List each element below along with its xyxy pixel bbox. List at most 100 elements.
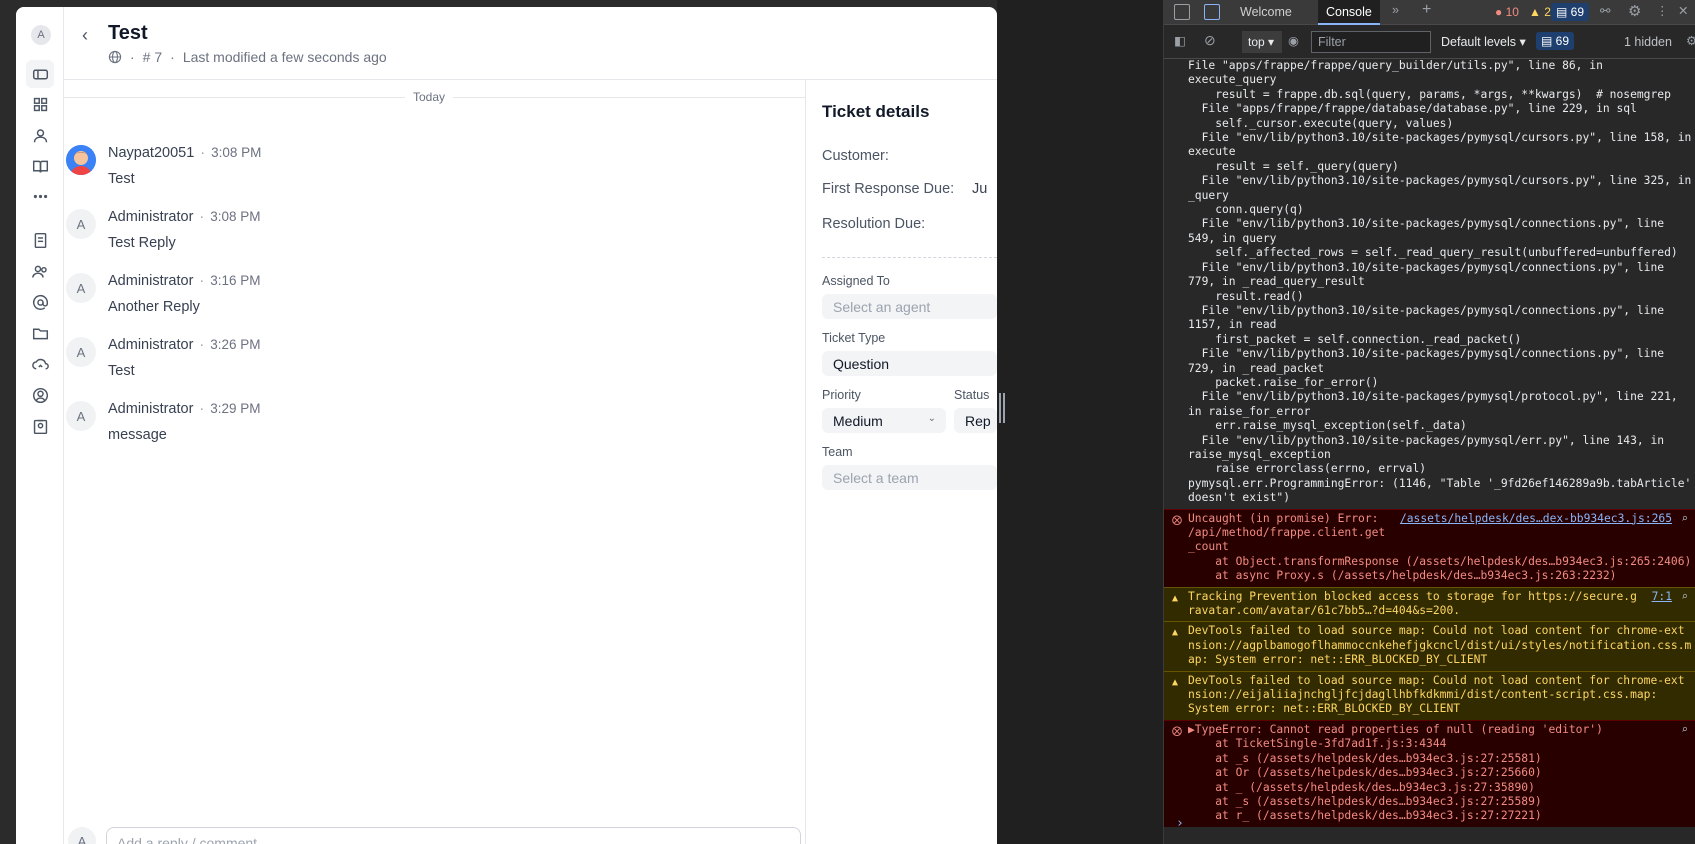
contacts-icon[interactable] — [26, 412, 54, 440]
log-line: File "env/lib/python3.10/site-packages/p… — [1188, 174, 1692, 188]
log-line: self._affected_rows = self._read_query_r… — [1188, 246, 1678, 260]
console-warning-entry[interactable]: ▲ DevTools failed to load source map: Cou… — [1164, 621, 1695, 671]
log-line: result = self._query(query) — [1188, 159, 1399, 173]
eye-icon[interactable]: ◉ — [1288, 33, 1299, 48]
console-error-entry[interactable]: ⨂/assets/helpdesk/des…dex-bb934ec3.js:26… — [1164, 508, 1695, 587]
console-prompt[interactable]: › — [1176, 816, 1184, 831]
warning-count: 2 — [1544, 5, 1551, 19]
ticket-title: Test — [108, 22, 148, 44]
entry-line: at TicketSingle-3fd7ad1f.js:3:4344 — [1188, 737, 1447, 751]
message-body: Another Reply — [108, 299, 200, 315]
message-body: message — [108, 427, 167, 443]
team-label: Team — [822, 445, 853, 459]
escalation-icon[interactable] — [26, 350, 54, 378]
clear-console-icon[interactable]: ⊘ — [1204, 32, 1216, 49]
add-tab-icon[interactable]: + — [1422, 1, 1431, 19]
log-line: execute_query — [1188, 73, 1277, 87]
console-settings-icon[interactable]: ⚙ — [1686, 33, 1695, 48]
details-heading: Ticket details — [822, 102, 930, 121]
globe-icon — [108, 50, 122, 64]
tickets-icon[interactable] — [26, 60, 54, 88]
error-count-badge[interactable]: ● 10 — [1490, 3, 1524, 21]
first-response-value: Ju — [972, 181, 988, 197]
close-icon[interactable]: ✕ — [1678, 3, 1688, 18]
assign-agent-select[interactable]: Select an agent — [822, 294, 997, 319]
empty-area — [1017, 0, 1163, 844]
entry-line: ap: System error: net::ERR_BLOCKED_BY_CL… — [1188, 653, 1488, 667]
status-label: Status — [954, 388, 990, 402]
team-select[interactable]: Select a team — [822, 465, 997, 490]
device-toolbar-icon[interactable] — [1204, 4, 1220, 20]
inspect-icon[interactable] — [1174, 4, 1190, 20]
console-warning-entry[interactable]: ▲ DevTools failed to load source map: Cou… — [1164, 670, 1695, 720]
message-time: 3:16 PM — [210, 273, 261, 288]
message-time: 3:29 PM — [210, 401, 261, 416]
first-response-label: First Response Due: — [822, 181, 955, 197]
console-warning-entry[interactable]: ▲ 7:1 ⌕ Tracking Prevention blocked access … — [1164, 586, 1695, 622]
customers-icon[interactable] — [26, 381, 54, 409]
log-line: pymysql.err.ProgrammingError: (1146, "Ta… — [1188, 476, 1692, 490]
console-output: File "apps/frappe/frappe/query_builder/u… — [1164, 59, 1695, 844]
agent-icon[interactable] — [26, 121, 54, 149]
teams-icon[interactable] — [26, 257, 54, 285]
log-line: raise_mysql_exception — [1188, 447, 1331, 461]
message-item: Naypat20051 · 3:08 PM Test — [64, 142, 764, 206]
entry-line: at r_ (/assets/helpdesk/des…b934ec3.js:2… — [1188, 809, 1542, 823]
separator-dot: · — [199, 337, 205, 353]
author-line: Naypat20051 · 3:08 PM — [108, 145, 261, 161]
levels-badge[interactable]: ▤ 69 — [1536, 32, 1575, 50]
author-line: Administrator · 3:08 PM — [108, 209, 261, 225]
log-line: File "env/lib/python3.10/site-packages/p… — [1188, 131, 1692, 145]
console-toolbar: ◧ ⊘ top ▾ ◉ Filter Default levels ▾ ▤ 69… — [1164, 25, 1695, 59]
entry-line: _count — [1188, 540, 1229, 554]
log-line: 549, in query — [1188, 231, 1277, 245]
message-time: 3:08 PM — [211, 145, 262, 160]
console-error-entry[interactable]: ⨂ ⌕ ▶TypeError: Cannot read properties of … — [1164, 719, 1695, 827]
hidden-count: 1 hidden — [1624, 35, 1672, 49]
ticket-type-label: Ticket Type — [822, 331, 886, 345]
knowledge-base-icon[interactable] — [26, 152, 54, 180]
log-line: doesn't exist") — [1188, 491, 1291, 505]
back-icon[interactable]: ‹ — [82, 25, 88, 46]
user-avatar[interactable]: A — [31, 25, 51, 45]
status-select[interactable]: Rep — [954, 408, 997, 433]
author-avatar: A — [66, 337, 96, 367]
log-line: 779, in _read_query_result — [1188, 275, 1365, 289]
reply-input[interactable]: Add a reply / comment — [106, 827, 801, 844]
author-avatar: A — [66, 273, 96, 303]
priority-select[interactable]: Medium ⌄ — [822, 408, 946, 433]
tab-console[interactable]: Console — [1318, 0, 1380, 25]
settings-gear-icon[interactable]: ⚙ — [1628, 2, 1641, 20]
author-avatar: A — [66, 209, 96, 239]
filter-input[interactable]: Filter — [1311, 31, 1431, 53]
log-line: first_packet = self.connection._read_pac… — [1188, 332, 1522, 346]
email-accounts-icon[interactable] — [26, 288, 54, 316]
log-line: File "env/lib/python3.10/site-packages/p… — [1188, 260, 1665, 274]
resize-handle[interactable] — [998, 393, 1006, 423]
canned-responses-icon[interactable] — [26, 226, 54, 254]
message-time: 3:08 PM — [210, 209, 261, 224]
kebab-menu-icon[interactable]: ⋮ — [1656, 3, 1669, 18]
more-tabs-icon[interactable]: » — [1392, 3, 1399, 17]
entry-line: at _ (/assets/helpdesk/des…b934ec3.js:27… — [1188, 780, 1535, 794]
tab-welcome[interactable]: Welcome — [1232, 0, 1300, 25]
author-line: Administrator · 3:29 PM — [108, 401, 261, 417]
ticket-type-select[interactable]: Question — [822, 351, 997, 376]
author-name: Administrator — [108, 273, 194, 289]
message-count-badge[interactable]: ▤ 69 — [1551, 3, 1590, 21]
author-name: Administrator — [108, 209, 194, 225]
connect-icon[interactable]: ⚯ — [1600, 3, 1610, 18]
last-modified: Last modified a few seconds ago — [182, 49, 387, 65]
log-levels-dropdown[interactable]: Default levels ▾ — [1441, 34, 1526, 49]
dashboard-icon[interactable] — [26, 90, 54, 118]
traceback-log: File "apps/frappe/frappe/query_builder/u… — [1164, 59, 1695, 509]
more-icon[interactable] — [26, 182, 54, 210]
ticket-number: # 7 — [142, 49, 163, 65]
log-line: self._cursor.execute(query, values) — [1188, 116, 1454, 130]
meta-separator: · — [170, 49, 175, 65]
devtools-panel: Welcome Console » + ● 10 ▲ 2 ▤ 69 ⚯ ⚙ ⋮ … — [1163, 0, 1695, 844]
folder-icon[interactable] — [26, 319, 54, 347]
log-line: File "apps/frappe/frappe/query_builder/u… — [1188, 59, 1603, 72]
sidebar-toggle-icon[interactable]: ◧ — [1174, 33, 1186, 48]
context-select[interactable]: top ▾ — [1242, 31, 1282, 53]
